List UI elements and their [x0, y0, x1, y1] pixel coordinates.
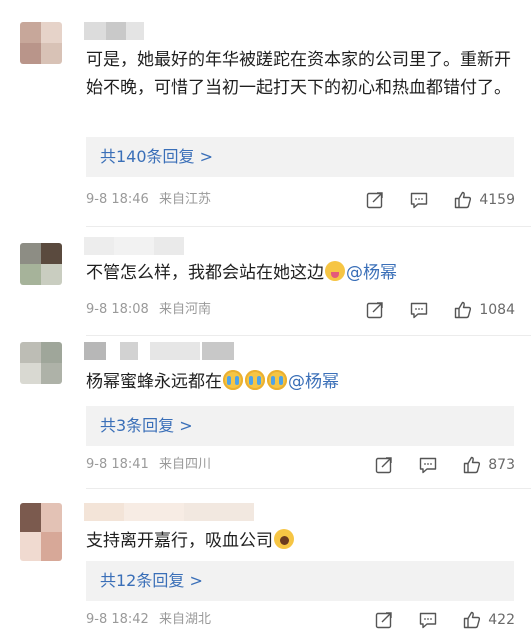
comment-meta: 9-8 18:08 来自河南 — [86, 301, 217, 319]
comment-text: 杨幂蜜蜂永远都在 @杨幂 — [86, 370, 339, 392]
replies-button[interactable]: 共3条回复 > — [86, 406, 514, 446]
like-button[interactable]: 1084 — [453, 300, 515, 320]
avatar[interactable] — [20, 503, 62, 561]
thumbs-up-icon — [455, 191, 472, 209]
comment-actions: 422 — [374, 609, 515, 631]
comment-3: 杨幂蜜蜂永远都在 @杨幂 共3条回复 > 9-8 18:41 来自四川 873 — [0, 336, 531, 488]
share-icon[interactable] — [374, 610, 394, 630]
comment-meta: 9-8 18:42 来自湖北 — [86, 611, 217, 629]
avatar[interactable] — [20, 243, 62, 285]
timestamp: 9-8 18:46 — [86, 192, 149, 207]
like-count: 1084 — [479, 302, 515, 318]
username-blurred[interactable] — [84, 237, 184, 255]
avatar[interactable] — [20, 342, 62, 384]
comment-icon[interactable] — [409, 190, 429, 210]
comment-icon[interactable] — [418, 610, 438, 630]
timestamp: 9-8 18:42 — [86, 612, 149, 627]
comment-text: 可是，她最好的年华被蹉跎在资本家的公司里了。重新开始不晚，可惜了当初一起打天下的… — [86, 50, 511, 98]
crying-emoji-icon — [267, 370, 287, 390]
like-button[interactable]: 873 — [462, 455, 515, 475]
mention-link[interactable]: @杨幂 — [288, 372, 339, 392]
timestamp: 9-8 18:41 — [86, 457, 149, 472]
comment-text: 不管怎么样，我都会站在她这边 @杨幂 — [86, 261, 397, 283]
replies-button[interactable]: 共12条回复 > — [86, 561, 514, 601]
like-count: 4159 — [479, 192, 515, 208]
thumbs-up-icon — [455, 301, 472, 319]
comment-meta: 9-8 18:41 来自四川 — [86, 456, 217, 474]
username-blurred[interactable] — [84, 342, 234, 360]
comment-1: 可是，她最好的年华被蹉跎在资本家的公司里了。重新开始不晚，可惜了当初一起打天下的… — [0, 0, 531, 226]
replies-button[interactable]: 共140条回复 > — [86, 137, 514, 177]
thumbs-up-icon — [464, 611, 481, 629]
thumbs-up-icon — [464, 456, 481, 474]
avatar[interactable] — [20, 22, 62, 64]
share-icon[interactable] — [374, 455, 394, 475]
share-icon[interactable] — [365, 190, 385, 210]
crying-emoji-icon — [245, 370, 265, 390]
comment-actions: 873 — [374, 454, 515, 476]
comment-actions: 1084 — [365, 299, 515, 321]
comment-2: 不管怎么样，我都会站在她这边 @杨幂 9-8 18:08 来自河南 1084 — [0, 227, 531, 335]
comment-icon[interactable] — [418, 455, 438, 475]
comment-meta: 9-8 18:46 来自江苏 — [86, 191, 217, 209]
crying-emoji-icon — [223, 370, 243, 390]
location: 来自河南 — [158, 302, 211, 317]
location: 来自江苏 — [158, 192, 211, 207]
yawning-emoji-icon — [274, 529, 294, 549]
location: 来自四川 — [158, 457, 211, 472]
like-count: 422 — [488, 612, 515, 628]
comment-4: 支持离开嘉行，吸血公司 共12条回复 > 9-8 18:42 来自湖北 422 — [0, 489, 531, 640]
mention-link[interactable]: @杨幂 — [346, 263, 397, 283]
username-blurred[interactable] — [84, 503, 254, 521]
drooling-emoji-icon — [325, 261, 345, 281]
location: 来自湖北 — [158, 612, 211, 627]
share-icon[interactable] — [365, 300, 385, 320]
username-blurred[interactable] — [84, 22, 144, 40]
comment-text: 支持离开嘉行，吸血公司 — [86, 527, 518, 555]
timestamp: 9-8 18:08 — [86, 302, 149, 317]
comment-actions: 4159 — [365, 189, 515, 211]
like-button[interactable]: 4159 — [453, 190, 515, 210]
like-button[interactable]: 422 — [462, 610, 515, 630]
comment-icon[interactable] — [409, 300, 429, 320]
like-count: 873 — [488, 457, 515, 473]
